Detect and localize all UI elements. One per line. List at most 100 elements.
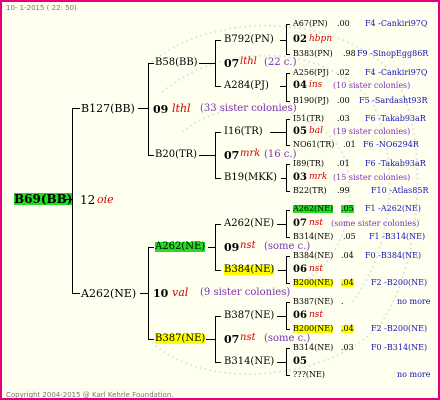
g3-1-year: 04 bbox=[293, 80, 307, 91]
g4-12-name[interactable]: B387(NE) bbox=[293, 298, 333, 306]
g4-1-name[interactable]: B383(PN) bbox=[293, 50, 333, 58]
g3-a284[interactable]: A284(PJ) bbox=[224, 81, 269, 91]
g2-b20[interactable]: B20(TR) bbox=[155, 150, 197, 160]
g3-4-breeder: nst bbox=[309, 218, 324, 228]
g4-8-name[interactable]: A262(NE) bbox=[293, 205, 334, 213]
g4-7-year: .99 bbox=[337, 186, 350, 195]
g4-1-year: .98 bbox=[343, 49, 356, 58]
g2-1-year: 07 bbox=[224, 149, 240, 162]
g3-1-sisters: (10 sister colonies) bbox=[333, 81, 411, 90]
g3-1-breeder: ins bbox=[309, 80, 323, 90]
g3-6-breeder: nst bbox=[309, 310, 324, 320]
g4-2-year: .02 bbox=[337, 68, 350, 77]
g4-5-year: .01 bbox=[343, 140, 356, 149]
g4-9-breeder: F1 -B314(NE) bbox=[369, 232, 426, 241]
g3-6-year: 06 bbox=[293, 310, 307, 321]
g3-0-breeder: hbpn bbox=[309, 34, 333, 44]
g4-2-name[interactable]: A256(PJ) bbox=[293, 69, 329, 77]
g3-b792[interactable]: B792(PN) bbox=[224, 35, 274, 45]
g2-0-sisters: (22 c.) bbox=[264, 57, 297, 68]
g4-6-year: .01 bbox=[337, 159, 350, 168]
g3-5-year: 06 bbox=[293, 264, 307, 275]
g4-14-breeder: F0 -B314(NE) bbox=[371, 343, 428, 352]
g4-13-year: .04 bbox=[341, 324, 354, 333]
g1-1-year: 10 bbox=[153, 287, 169, 300]
g4-4-name[interactable]: I51(TR) bbox=[293, 115, 324, 123]
g2-b158[interactable]: B58(BB) bbox=[155, 58, 198, 68]
g4-12-year: . bbox=[341, 297, 344, 306]
g2-2-year: 09 bbox=[224, 241, 240, 254]
g3-4-sisters: (some sister colonies) bbox=[331, 219, 420, 228]
g2-2-breeder: nst bbox=[240, 240, 256, 251]
g4-3-name[interactable]: B190(PJ) bbox=[293, 97, 329, 105]
g4-6-breeder: F6 -Takab93aR bbox=[365, 159, 426, 168]
g4-11-name[interactable]: B200(NE) bbox=[293, 279, 334, 287]
g2-1-sisters: (16 c.) bbox=[264, 149, 297, 160]
copyright-footer: Copyright 2004-2015 @ Karl Kehrle Founda… bbox=[6, 391, 174, 399]
g1-1-sisters: (9 sister colonies) bbox=[200, 287, 291, 298]
g3-b387[interactable]: B387(NE) bbox=[224, 311, 274, 321]
g4-8-breeder: F1 -A262(NE) bbox=[365, 204, 422, 213]
g4-13-name[interactable]: B200(NE) bbox=[293, 325, 334, 333]
g3-b314[interactable]: B314(NE) bbox=[224, 357, 274, 367]
g4-13-breeder: F2 -B200(NE) bbox=[371, 324, 428, 333]
g4-3-breeder: F5 -Sardasht93R bbox=[359, 96, 428, 105]
g4-11-year: .04 bbox=[341, 278, 354, 287]
g4-10-name[interactable]: B384(NE) bbox=[293, 252, 333, 260]
g3-2-breeder: bal bbox=[309, 126, 324, 136]
g2-a262[interactable]: A262(NE) bbox=[155, 242, 206, 252]
g4-12-breeder: no more bbox=[397, 297, 431, 306]
g4-8-year: .05 bbox=[341, 204, 354, 213]
g4-6-name[interactable]: I89(TR) bbox=[293, 160, 324, 168]
pedigree-frame: 10- 1-2015 ( 22: 50) B69(BB) 12 oie B127… bbox=[0, 0, 440, 400]
g4-3-year: .00 bbox=[337, 96, 350, 105]
g4-14-year: .03 bbox=[341, 343, 354, 352]
g4-1-breeder: F9 -SinopEgg86R bbox=[357, 49, 429, 58]
g2-b387[interactable]: B387(NE) bbox=[155, 334, 206, 344]
g3-5-breeder: nst bbox=[309, 264, 324, 274]
g3-7-year: 05 bbox=[293, 356, 307, 367]
g3-3-sisters: (15 sister colonies) bbox=[333, 173, 411, 182]
g2-3-breeder: nst bbox=[240, 332, 256, 343]
g4-14-name[interactable]: B314(NE) bbox=[293, 344, 333, 352]
g4-0-year: .00 bbox=[337, 19, 350, 28]
g3-3-breeder: mrk bbox=[309, 172, 328, 182]
g4-7-name[interactable]: B22(TR) bbox=[293, 187, 327, 195]
root-breeder: oie bbox=[97, 193, 114, 206]
g3-2-year: 05 bbox=[293, 126, 307, 137]
g2-0-year: 07 bbox=[224, 57, 240, 70]
g2-0-breeder: lthl bbox=[240, 56, 257, 67]
g1-0-sisters: (33 sister colonies) bbox=[200, 103, 297, 114]
g3-b384[interactable]: B384(NE) bbox=[224, 265, 275, 275]
g2-3-year: 07 bbox=[224, 333, 240, 346]
dam-queen[interactable]: A262(NE) bbox=[81, 288, 136, 299]
g1-0-year: 09 bbox=[153, 103, 169, 116]
sire-queen[interactable]: B127(BB) bbox=[81, 103, 135, 114]
g4-9-name[interactable]: B314(NE) bbox=[293, 233, 333, 241]
g3-0-year: 02 bbox=[293, 34, 307, 45]
g3-a262[interactable]: A262(NE) bbox=[224, 219, 274, 229]
header-date: 10- 1-2015 ( 22: 50) bbox=[6, 4, 77, 12]
g2-1-breeder: mrk bbox=[240, 148, 261, 159]
g3-2-sisters: (19 sister colonies) bbox=[333, 127, 411, 136]
g3-i16[interactable]: I16(TR) bbox=[224, 127, 263, 137]
root-year: 12 bbox=[80, 193, 96, 207]
g4-0-name[interactable]: A67(PN) bbox=[293, 20, 328, 28]
g4-5-breeder: F6 -NO6294R bbox=[363, 140, 419, 149]
g4-2-breeder: F4 -Cankiri97Q bbox=[365, 68, 428, 77]
g4-7-breeder: F10 -Atlas85R bbox=[371, 186, 429, 195]
g4-9-year: .05 bbox=[343, 232, 356, 241]
g4-15-name[interactable]: ???(NE) bbox=[293, 371, 325, 379]
g4-11-breeder: F2 -B200(NE) bbox=[371, 278, 428, 287]
g3-b19[interactable]: B19(MKK) bbox=[224, 173, 277, 183]
g3-4-year: 07 bbox=[293, 218, 307, 229]
g4-10-breeder: F0 -B384(NE) bbox=[365, 251, 422, 260]
g4-4-year: .03 bbox=[337, 114, 350, 123]
g4-4-breeder: F6 -Takab93aR bbox=[365, 114, 426, 123]
g1-0-breeder: lthl bbox=[172, 102, 191, 115]
g3-3-year: 03 bbox=[293, 172, 307, 183]
g4-5-name[interactable]: NO61(TR) bbox=[293, 141, 334, 149]
g4-0-breeder: F4 -Cankiri97Q bbox=[365, 19, 428, 28]
g4-10-year: .04 bbox=[341, 251, 354, 260]
g1-1-breeder: val bbox=[172, 286, 189, 299]
